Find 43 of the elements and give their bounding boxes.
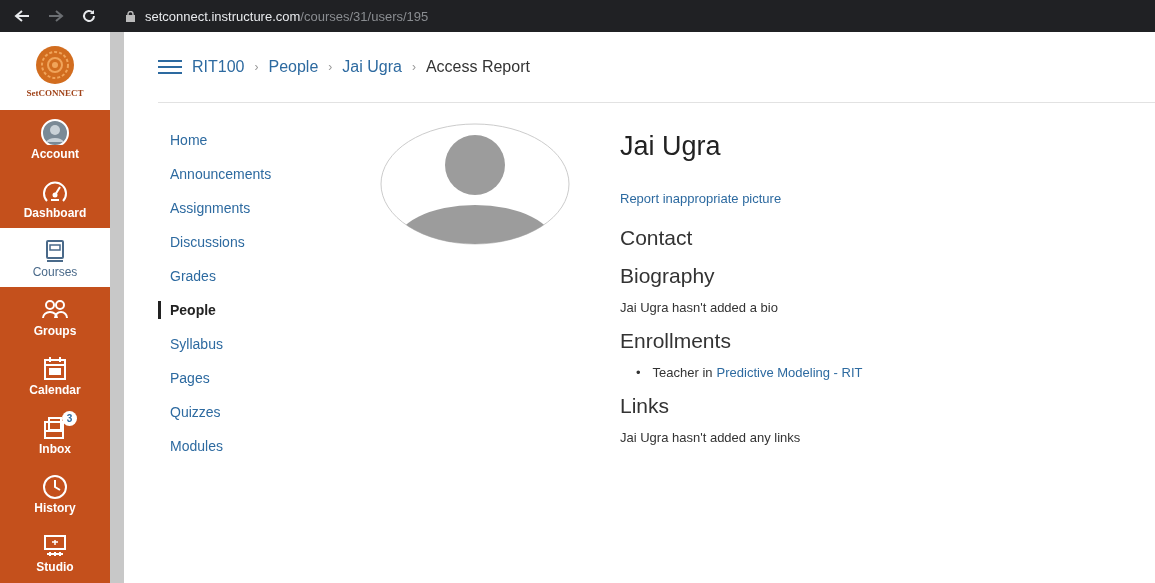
breadcrumb-separator: › [254, 60, 259, 74]
course-link[interactable]: Predictive Modeling - RIT [716, 365, 863, 380]
enrollment-text: Teacher in [652, 365, 713, 380]
breadcrumb-link[interactable]: RIT100 [192, 58, 245, 76]
global-nav-item[interactable]: Courses [0, 228, 110, 288]
bullet-mark: • [636, 365, 641, 380]
section-text: Jai Ugra hasn't added any links [620, 430, 802, 445]
logo-icon [35, 44, 75, 85]
reload-icon[interactable] [82, 9, 96, 23]
breadcrumb-separator: › [328, 60, 333, 74]
profile-name: Jai Ugra [620, 131, 722, 162]
section-heading: Biography [620, 264, 716, 288]
section-text: Jai Ugra hasn't added a bio [620, 300, 779, 315]
breadcrumb-link[interactable]: Jai Ugra [342, 58, 402, 76]
course-nav-link[interactable]: Discussions [158, 233, 380, 251]
lock-icon [126, 10, 135, 22]
course-nav-link[interactable]: Modules [158, 437, 380, 455]
forward-icon[interactable] [48, 9, 64, 23]
course-nav-link[interactable]: Home [158, 131, 380, 149]
course-nav-link[interactable]: Assignments [158, 199, 380, 217]
unread-badge: 3 [62, 411, 77, 427]
course-nav-link[interactable]: Announcements [158, 165, 380, 183]
back-icon[interactable] [14, 9, 30, 23]
avatar-icon [41, 118, 69, 145]
breadcrumb-current: Access Report [425, 58, 530, 76]
breadcrumb-link[interactable]: People [268, 58, 319, 76]
logo-text: SetCONNECT [26, 87, 84, 98]
section-heading: Links [620, 394, 671, 418]
url-text: setconnect.instructure.com/courses/31/users/195 [145, 8, 429, 24]
report-link[interactable]: Report inappropriate picture [620, 191, 782, 206]
course-nav-link[interactable]: Quizzes [158, 403, 380, 421]
course-nav-link[interactable]: Syllabus [158, 335, 380, 353]
menu-icon[interactable] [158, 60, 182, 74]
monitor-icon [41, 532, 69, 559]
clock-icon [41, 473, 69, 500]
course-nav-link[interactable]: People [158, 301, 380, 319]
course-nav-link[interactable]: Grades [158, 267, 380, 285]
calendar-icon [41, 355, 69, 382]
breadcrumb-separator: › [411, 60, 416, 74]
section-heading: Enrollments [620, 329, 732, 353]
scrollbar[interactable] [110, 32, 124, 583]
course-nav-link[interactable]: Pages [158, 369, 380, 387]
section-heading: Contact [620, 226, 694, 250]
